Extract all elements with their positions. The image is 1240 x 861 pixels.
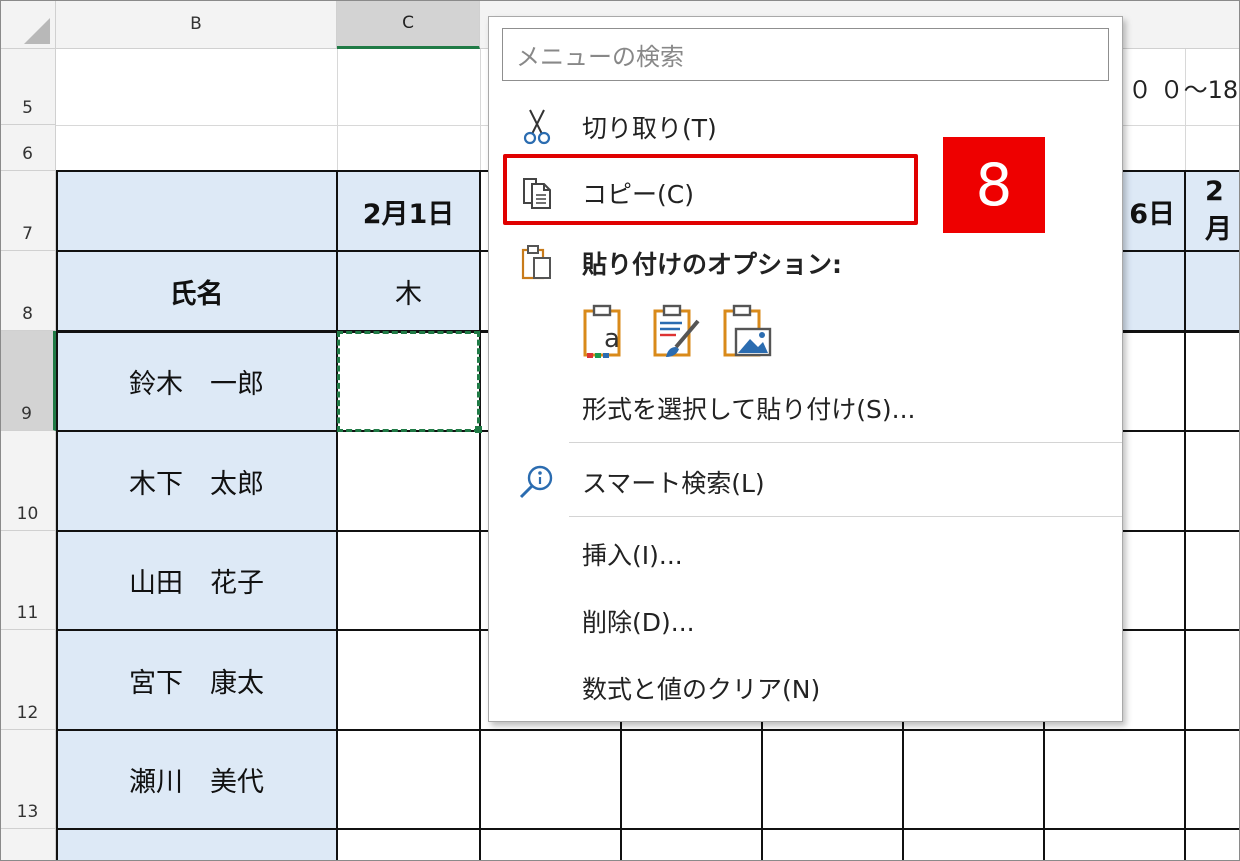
row-header-13[interactable]: 13 <box>0 730 56 829</box>
column-header-b[interactable]: B <box>56 0 337 49</box>
menu-item-clear-contents[interactable]: 数式と値のクリア(N) <box>489 658 1122 718</box>
cell-name-4[interactable]: 宮下 康太 <box>56 630 337 730</box>
menu-item-delete[interactable]: 削除(D)... <box>489 591 1122 651</box>
paste-values-icon[interactable]: a <box>582 303 642 363</box>
cell-name-2[interactable]: 木下 太郎 <box>56 431 337 531</box>
cell-date-1[interactable]: 2月1日 <box>337 171 480 251</box>
column-header-c[interactable]: C <box>337 0 480 49</box>
cell-day-1[interactable]: 木 <box>337 251 480 331</box>
row-header-9[interactable]: 9 <box>0 331 56 431</box>
table-border <box>1184 170 1186 861</box>
row-header-14[interactable] <box>0 829 56 861</box>
table-border <box>479 170 481 861</box>
row-header-5[interactable]: 5 <box>0 49 56 125</box>
menu-item-paste-special[interactable]: 形式を選択して貼り付け(S)... <box>489 378 1122 438</box>
selected-cell-c9[interactable] <box>337 331 480 432</box>
cell-name-header[interactable]: 氏名 <box>56 251 337 331</box>
row-header-6[interactable]: 6 <box>0 125 56 171</box>
paste-picture-icon[interactable] <box>722 303 782 363</box>
scissors-icon <box>517 107 557 147</box>
smart-lookup-icon <box>517 462 557 502</box>
cell-day-next[interactable] <box>1185 251 1240 331</box>
gridline <box>337 49 338 171</box>
menu-item-insert[interactable]: 挿入(I)... <box>489 524 1122 584</box>
menu-item-smart-lookup[interactable]: スマート検索(L) <box>489 452 1122 512</box>
paste-icon <box>517 243 557 283</box>
row-header-11[interactable]: 11 <box>0 531 56 630</box>
cell-name-1[interactable]: 鈴木 一郎 <box>56 331 337 431</box>
table-border <box>56 729 1240 731</box>
fill-handle[interactable] <box>475 426 482 433</box>
gridline <box>1185 49 1186 171</box>
cell-name-5[interactable]: 瀬川 美代 <box>56 730 337 829</box>
row-header-10[interactable]: 10 <box>0 431 56 531</box>
table-border <box>336 170 338 861</box>
context-menu: メニューの検索 切り取り(T) コピー(C) 貼り付けのオプション: a 形式を… <box>488 16 1123 722</box>
cell-name-3[interactable]: 山田 花子 <box>56 531 337 630</box>
menu-section-paste-options: 貼り付けのオプション: <box>489 233 1122 293</box>
table-border <box>56 828 1240 830</box>
paste-formatting-icon[interactable] <box>652 303 712 363</box>
cell-date-next[interactable]: 2月 <box>1185 171 1240 251</box>
step-badge: 8 <box>943 137 1045 233</box>
menu-search-input[interactable]: メニューの検索 <box>502 28 1109 81</box>
row-header-7[interactable]: 7 <box>0 171 56 251</box>
svg-text:a: a <box>604 324 620 354</box>
gridline <box>480 49 481 171</box>
row-header-12[interactable]: 12 <box>0 630 56 730</box>
schedule-time-text: ０ ０～18 <box>1128 76 1239 104</box>
menu-separator <box>569 442 1122 443</box>
copy-highlight-box <box>503 154 918 225</box>
cell-b7[interactable] <box>56 171 337 251</box>
row-header-8[interactable]: 8 <box>0 251 56 331</box>
table-border <box>56 170 58 861</box>
menu-separator <box>569 516 1122 517</box>
cell-name-6[interactable] <box>56 829 337 861</box>
select-all-triangle-icon <box>24 18 50 44</box>
